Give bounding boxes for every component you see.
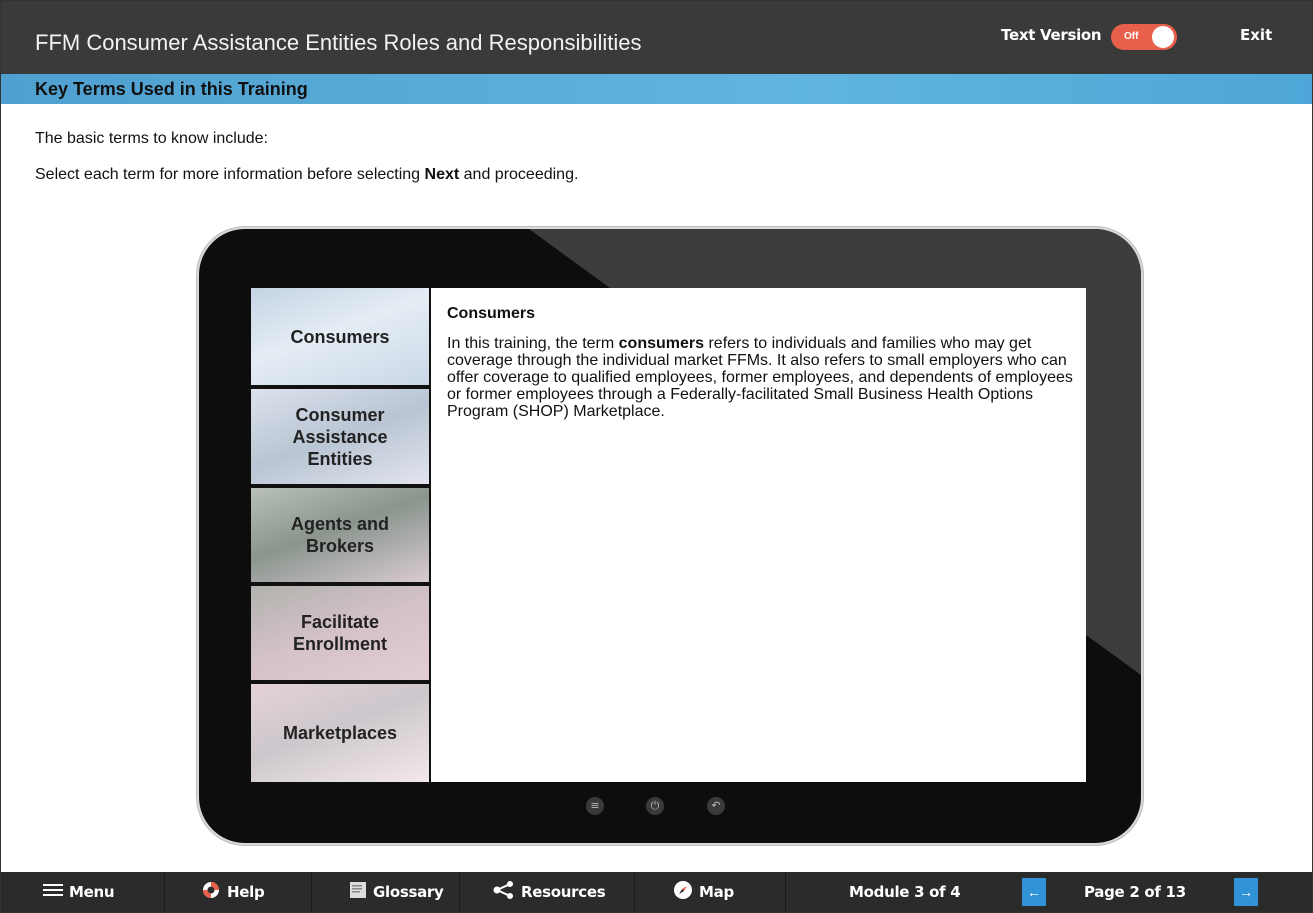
nav-divider <box>164 872 165 912</box>
tablet-screen: Consumers Consumer Assistance Entities A… <box>251 288 1086 782</box>
tablet-device: Consumers Consumer Assistance Entities A… <box>199 229 1141 843</box>
resources-label: Resources <box>521 883 606 901</box>
term-button-agents-and-brokers[interactable]: Agents and Brokers <box>251 488 429 582</box>
arrow-right-icon: → <box>1239 884 1253 900</box>
course-player: FFM Consumer Assistance Entities Roles a… <box>0 0 1313 913</box>
term-button-marketplaces[interactable]: Marketplaces <box>251 684 429 782</box>
menu-label: Menu <box>69 883 115 901</box>
hamburger-icon <box>43 883 63 901</box>
instruction-text: Select each term for more information be… <box>35 166 578 184</box>
tablet-power-icon: ⏻ <box>646 797 664 815</box>
help-label: Help <box>227 883 265 901</box>
glossary-label: Glossary <box>373 883 444 901</box>
previous-page-button[interactable]: ← <box>1022 878 1046 906</box>
nav-divider <box>785 872 786 912</box>
term-list: Consumers Consumer Assistance Entities A… <box>251 288 431 782</box>
glossary-button[interactable]: Glossary <box>349 872 444 912</box>
nav-divider <box>634 872 635 912</box>
tablet-menu-icon: ≡ <box>586 797 604 815</box>
term-detail-panel: Consumers In this training, the term con… <box>433 288 1086 782</box>
section-header: Key Terms Used in this Training <box>1 74 1312 104</box>
top-bar: FFM Consumer Assistance Entities Roles a… <box>1 1 1312 74</box>
term-button-consumer-assistance-entities[interactable]: Consumer Assistance Entities <box>251 389 429 484</box>
resources-button[interactable]: Resources <box>493 872 606 912</box>
term-detail-body-start: In this training, the term <box>447 335 619 352</box>
intro-text: The basic terms to know include: <box>35 130 268 147</box>
term-detail-heading: Consumers <box>447 305 536 322</box>
nav-divider <box>311 872 312 912</box>
section-title: Key Terms Used in this Training <box>35 79 308 99</box>
term-detail-body: In this training, the term consumers ref… <box>447 335 1077 420</box>
map-button[interactable]: Map <box>673 872 734 912</box>
page-indicator: Page 2 of 13 <box>1084 883 1186 901</box>
help-button[interactable]: Help <box>201 872 265 912</box>
text-version-label: Text Version <box>1001 26 1102 44</box>
menu-button[interactable]: Menu <box>43 872 115 912</box>
instruction-next-keyword: Next <box>424 166 460 183</box>
term-button-facilitate-enrollment[interactable]: Facilitate Enrollment <box>251 586 429 680</box>
toggle-knob <box>1152 26 1174 48</box>
instruction-text-end: and proceeding. <box>459 166 579 183</box>
module-indicator: Module 3 of 4 <box>849 883 961 901</box>
nav-divider <box>459 872 460 912</box>
course-title: FFM Consumer Assistance Entities Roles a… <box>35 30 642 55</box>
text-version-toggle[interactable]: Off <box>1111 24 1177 50</box>
arrow-left-icon: ← <box>1027 884 1041 900</box>
exit-button[interactable]: Exit <box>1240 26 1272 44</box>
instruction-text-start: Select each term for more information be… <box>35 166 425 183</box>
bottom-nav-bar: Menu Help Glossary Resources Map Module … <box>1 872 1312 912</box>
lifebuoy-icon <box>201 880 221 904</box>
toggle-state-label: Off <box>1124 31 1139 42</box>
next-page-button[interactable]: → <box>1234 878 1258 906</box>
term-button-consumers[interactable]: Consumers <box>251 288 429 385</box>
share-icon <box>493 881 515 903</box>
term-detail-keyword: consumers <box>618 335 705 352</box>
map-label: Map <box>699 883 734 901</box>
compass-icon <box>673 880 693 904</box>
book-icon <box>349 881 367 903</box>
tablet-back-icon: ↶ <box>707 797 725 815</box>
